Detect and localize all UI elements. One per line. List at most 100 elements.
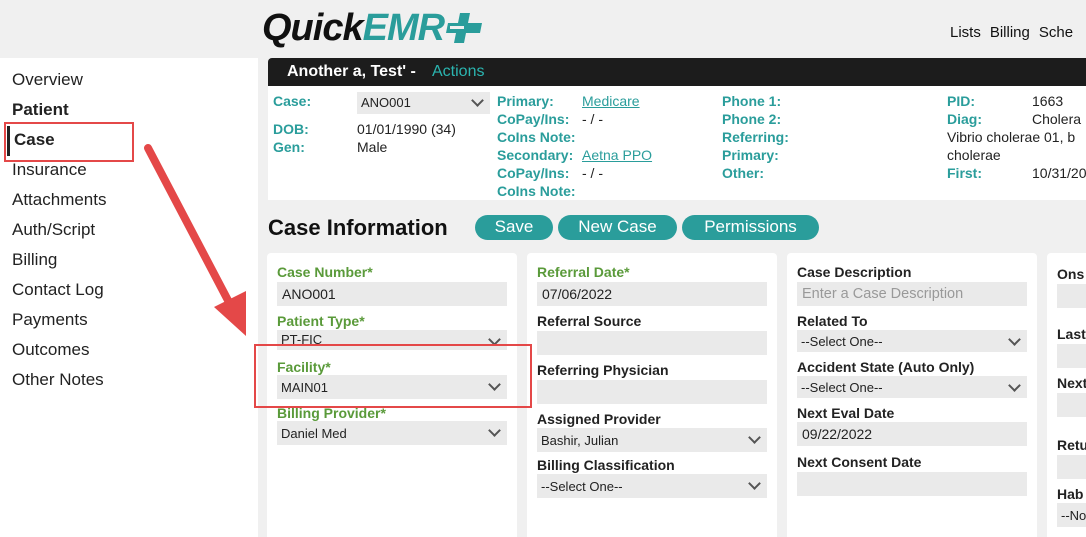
chevron-down-icon [1008,333,1021,346]
sidebar-item-auth-script[interactable]: Auth/Script [12,220,95,240]
diag-label: Diag: [947,111,982,127]
sidebar-item-overview[interactable]: Overview [12,70,83,90]
dob-label: DOB: [273,121,309,137]
return-field[interactable] [1057,455,1086,479]
accident-state-label: Accident State (Auto Only) [797,359,975,375]
referring-label: Referring: [722,129,789,145]
case-select-value: ANO001 [361,95,411,110]
next-label: Next [1057,375,1086,391]
coins1-label: CoIns Note: [497,129,576,145]
sidebar-item-patient[interactable]: Patient [12,100,69,120]
quickemr-logo[interactable]: Quick EMR [262,6,484,49]
billing-class-value: --Select One-- [541,479,623,494]
chevron-down-icon [748,477,761,490]
next-consent-field[interactable] [797,472,1027,496]
other-label: Other: [722,165,764,181]
case-highlight-box [4,122,134,162]
billing-class-label: Billing Classification [537,457,675,473]
related-to-label: Related To [797,313,868,329]
patient-name: Another a, Test' - [287,63,416,80]
logo-emr-text: EMR [362,6,445,49]
nav-billing[interactable]: Billing [990,24,1030,41]
next-field[interactable] [1057,393,1086,417]
primary-ins-label: Primary: [497,93,554,109]
logo-quick-text: Quick [262,6,364,49]
assigned-provider-select[interactable]: Bashir, Julian [537,428,767,452]
referring-physician-field[interactable] [537,380,767,404]
first-value: 10/31/20 [1032,165,1086,181]
chevron-down-icon [1008,379,1021,392]
diag-line3: cholerae [947,147,1001,163]
top-nav: Lists Billing Sche [950,24,1073,41]
next-eval-field[interactable]: 09/22/2022 [797,422,1027,446]
referral-date-label: Referral Date* [537,264,630,280]
referring-physician-label: Referring Physician [537,362,669,378]
patient-type-label: Patient Type* [277,313,365,329]
coins2-label: CoIns Note: [497,183,576,199]
nav-lists[interactable]: Lists [950,24,981,41]
chevron-down-icon [471,94,484,107]
case-number-label: Case Number* [277,264,373,280]
case-desc-label: Case Description [797,264,912,280]
nav-schedule[interactable]: Sche [1039,24,1073,41]
phone1-label: Phone 1: [722,93,782,109]
case-label: Case: [273,93,312,109]
primary-ins-link[interactable]: Medicare [582,93,640,109]
sidebar-item-outcomes[interactable]: Outcomes [12,340,89,360]
referral-source-label: Referral Source [537,313,642,329]
secondary-ins-label: Secondary: [497,147,574,163]
permissions-button[interactable]: Permissions [682,215,819,240]
return-label: Retu [1057,437,1086,453]
sidebar-item-contact-log[interactable]: Contact Log [12,280,104,300]
pid-label: PID: [947,93,975,109]
sidebar-item-other-notes[interactable]: Other Notes [12,370,104,390]
diag-line2: Vibrio cholerae 01, b [947,129,1076,145]
sidebar-item-billing[interactable]: Billing [12,250,57,270]
hab-select[interactable]: --No [1057,503,1086,527]
page-title: Case Information [268,215,448,240]
next-consent-label: Next Consent Date [797,454,922,470]
case-desc-input[interactable]: Enter a Case Description [797,282,1027,306]
top-bar: Quick EMR Lists Billing Sche [0,0,1086,58]
related-to-select[interactable]: --Select One-- [797,330,1027,352]
primary2-label: Primary: [722,147,779,163]
accident-state-value: --Select One-- [801,380,883,395]
chevron-down-icon [748,431,761,444]
onset-field[interactable] [1057,284,1086,308]
billing-provider-select[interactable]: Daniel Med [277,421,507,445]
patient-actions-link[interactable]: Actions [432,63,484,81]
gen-label: Gen: [273,139,305,155]
copay1-label: CoPay/Ins: [497,111,570,127]
next-eval-label: Next Eval Date [797,405,895,421]
secondary-ins-link[interactable]: Aetna PPO [582,147,652,163]
referral-source-field[interactable] [537,331,767,355]
copay1-value: - / - [582,111,603,127]
logo-plus-icon [446,13,483,43]
last-label: Last [1057,326,1086,342]
new-case-button[interactable]: New Case [558,215,677,240]
phone2-label: Phone 2: [722,111,782,127]
related-to-value: --Select One-- [801,334,883,349]
dob-value: 01/01/1990 (34) [357,121,456,137]
last-field[interactable] [1057,344,1086,368]
diag-value: Cholera [1032,111,1082,127]
onset-label: Ons [1057,266,1085,282]
assigned-provider-value: Bashir, Julian [541,433,619,448]
accident-state-select[interactable]: --Select One-- [797,376,1027,398]
sidebar-item-attachments[interactable]: Attachments [12,190,107,210]
referral-date-field[interactable]: 07/06/2022 [537,282,767,306]
copay2-label: CoPay/Ins: [497,165,570,181]
chevron-down-icon [488,424,501,437]
assigned-provider-label: Assigned Provider [537,411,661,427]
copay2-value: - / - [582,165,603,181]
billing-class-select[interactable]: --Select One-- [537,474,767,498]
hab-label: Hab [1057,486,1084,502]
first-label: First: [947,165,982,181]
billing-provider-value: Daniel Med [281,426,347,441]
sidebar-item-payments[interactable]: Payments [12,310,88,330]
case-select[interactable]: ANO001 [357,92,490,114]
save-button[interactable]: Save [475,215,553,240]
sidebar-item-insurance[interactable]: Insurance [12,160,87,180]
facility-highlight-box [254,344,532,408]
case-number-field[interactable]: ANO001 [277,282,507,306]
